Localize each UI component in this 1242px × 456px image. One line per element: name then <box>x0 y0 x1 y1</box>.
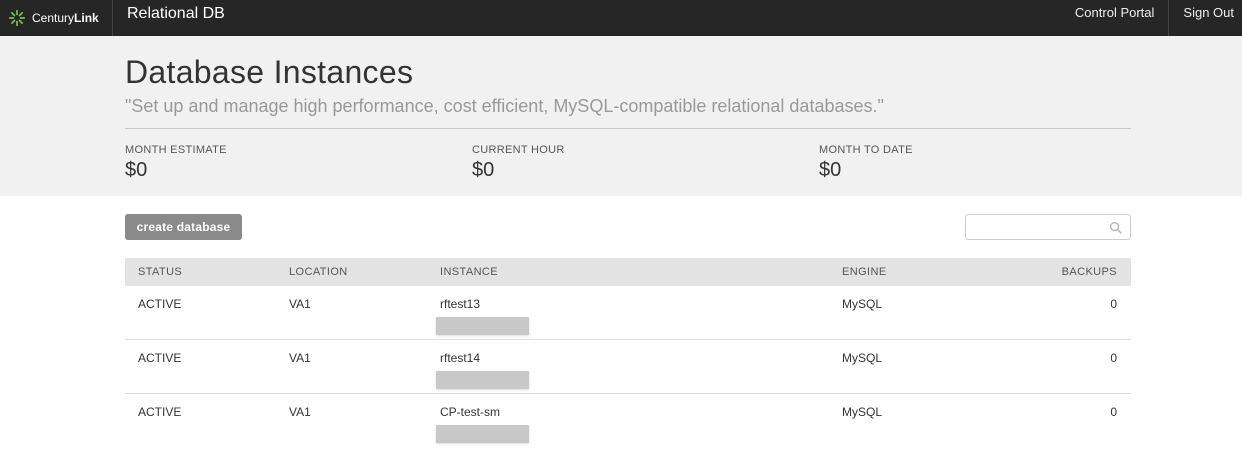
location-cell: VA1 <box>289 351 311 365</box>
stat-value: $0 <box>819 159 842 181</box>
search-box[interactable] <box>965 214 1131 240</box>
top-navbar: CenturyLink Relational DB Control Portal… <box>0 0 1242 36</box>
column-header-backups[interactable]: BACKUPS <box>1062 266 1117 278</box>
backups-cell: 0 <box>1110 405 1117 419</box>
database-instances-table: STATUS LOCATION INSTANCE ENGINE BACKUPS … <box>125 258 1131 448</box>
table-row[interactable]: ACTIVE VA1 rftest13 MySQL 0 <box>125 286 1131 340</box>
stat-value: $0 <box>472 159 495 181</box>
header-divider <box>125 128 1131 129</box>
backups-cell: 0 <box>1110 351 1117 365</box>
stat-label: MONTH ESTIMATE <box>125 144 227 156</box>
create-database-button[interactable]: create database <box>125 214 242 240</box>
brand-logo[interactable]: CenturyLink <box>0 0 113 36</box>
backups-cell: 0 <box>1110 297 1117 311</box>
engine-cell: MySQL <box>842 405 883 419</box>
stat-current-hour: CURRENT HOUR $0 <box>472 144 565 182</box>
column-header-engine[interactable]: ENGINE <box>842 266 887 278</box>
location-cell: VA1 <box>289 297 311 311</box>
column-header-location[interactable]: LOCATION <box>289 266 348 278</box>
stat-label: CURRENT HOUR <box>472 144 565 156</box>
control-portal-link[interactable]: Control Portal <box>1065 0 1170 36</box>
brand-name: CenturyLink <box>32 11 99 25</box>
centurylink-logo-icon <box>8 9 26 27</box>
column-header-instance[interactable]: INSTANCE <box>440 266 498 278</box>
engine-cell: MySQL <box>842 351 883 365</box>
stat-value: $0 <box>125 159 148 181</box>
page-subtitle: "Set up and manage high performance, cos… <box>125 96 884 116</box>
status-cell: ACTIVE <box>138 351 182 365</box>
column-header-status[interactable]: STATUS <box>138 266 182 278</box>
table-row[interactable]: ACTIVE VA1 CP-test-sm MySQL 0 <box>125 394 1131 448</box>
instance-name-link[interactable]: CP-test-sm <box>440 405 500 419</box>
redacted-block <box>436 425 529 443</box>
instance-name-link[interactable]: rftest13 <box>440 297 480 311</box>
location-cell: VA1 <box>289 405 311 419</box>
page-header: Database Instances "Set up and manage hi… <box>0 36 1242 196</box>
stat-month-estimate: MONTH ESTIMATE $0 <box>125 144 227 182</box>
app-title[interactable]: Relational DB <box>127 0 225 36</box>
redacted-block <box>436 317 529 335</box>
page-title: Database Instances <box>125 54 414 90</box>
redacted-block <box>436 371 529 389</box>
status-cell: ACTIVE <box>138 405 182 419</box>
table-row[interactable]: ACTIVE VA1 rftest14 MySQL 0 <box>125 340 1131 394</box>
table-header: STATUS LOCATION INSTANCE ENGINE BACKUPS <box>125 258 1131 286</box>
top-nav-links: Control Portal Sign Out <box>1065 0 1242 36</box>
instance-name-link[interactable]: rftest14 <box>440 351 480 365</box>
engine-cell: MySQL <box>842 297 883 311</box>
stat-month-to-date: MONTH TO DATE $0 <box>819 144 913 182</box>
sign-out-link[interactable]: Sign Out <box>1169 0 1242 36</box>
stat-label: MONTH TO DATE <box>819 144 913 156</box>
search-icon[interactable] <box>1109 221 1122 234</box>
search-input[interactable] <box>972 215 1108 239</box>
status-cell: ACTIVE <box>138 297 182 311</box>
